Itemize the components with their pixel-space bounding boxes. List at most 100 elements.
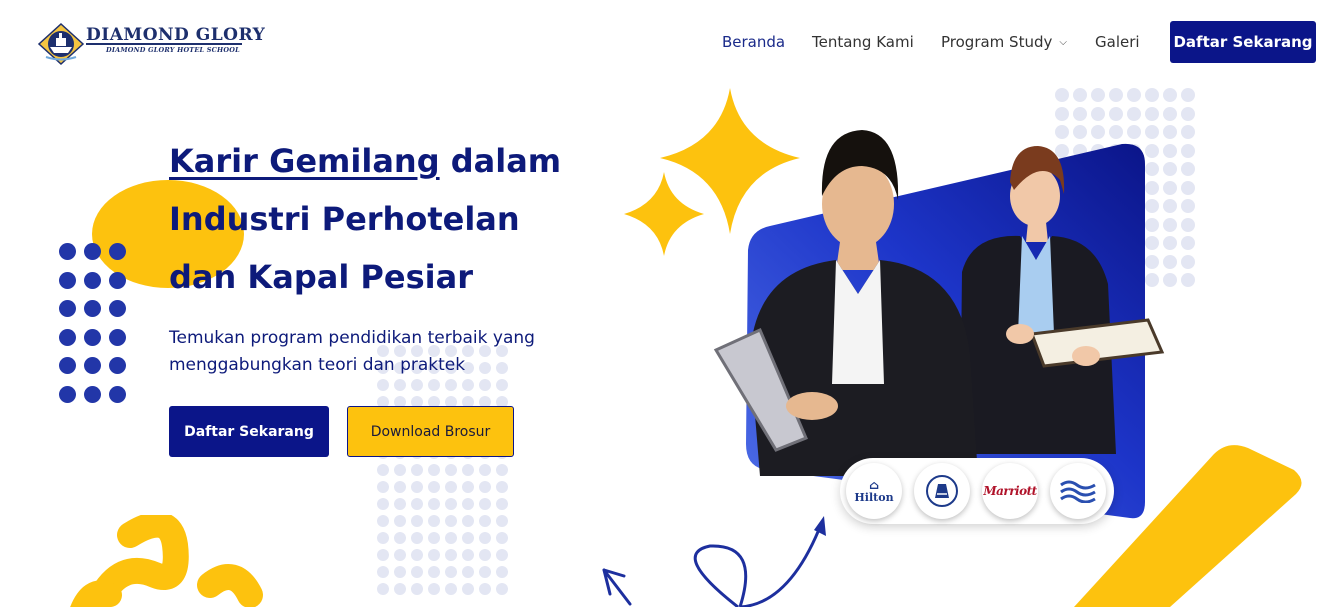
dot-shape	[428, 515, 440, 527]
landing-page: DIAMOND GLORY DIAMOND GLORY HOTEL SCHOOL…	[0, 0, 1344, 607]
dot-shape	[377, 549, 389, 561]
partner-hilton[interactable]: ⌂ Hilton	[846, 463, 902, 519]
dot-shape	[496, 515, 508, 527]
dot-shape	[496, 532, 508, 544]
arrow-left-shape	[602, 568, 632, 606]
dot-shape	[428, 464, 440, 476]
nav-item-program-study[interactable]: Program Study ⌵	[941, 30, 1067, 54]
dot-shape	[462, 498, 474, 510]
nav-item-tentang-kami[interactable]: Tentang Kami	[812, 30, 914, 54]
dot-shape	[445, 583, 457, 595]
dot-shape	[59, 300, 76, 317]
partner-marriott[interactable]: Marriott	[982, 463, 1038, 519]
dot-shape	[428, 549, 440, 561]
dot-shape	[84, 357, 101, 374]
brand-logo[interactable]: DIAMOND GLORY DIAMOND GLORY HOTEL SCHOOL	[36, 22, 265, 66]
dot-shape	[428, 566, 440, 578]
dot-shape	[394, 481, 406, 493]
dot-shape	[84, 243, 101, 260]
marriott-logo-icon: Marriott	[983, 484, 1037, 498]
dot-shape	[462, 566, 474, 578]
partner-cruise-crest[interactable]	[914, 463, 970, 519]
dot-shape	[411, 549, 423, 561]
dot-shape	[462, 379, 474, 391]
dot-shape	[394, 498, 406, 510]
dot-shape	[411, 464, 423, 476]
dot-shape	[445, 566, 457, 578]
dot-shape	[428, 379, 440, 391]
partner-wave[interactable]	[1050, 463, 1106, 519]
dot-shape	[394, 464, 406, 476]
nav-item-program-study-label: Program Study	[941, 33, 1053, 51]
dot-shape	[462, 549, 474, 561]
dot-shape	[445, 464, 457, 476]
dot-shape	[109, 328, 126, 346]
header-register-button[interactable]: Daftar Sekarang	[1170, 21, 1316, 63]
dot-shape	[59, 357, 76, 374]
dot-shape	[479, 583, 491, 595]
dot-shape	[411, 532, 423, 544]
dot-shape	[496, 464, 508, 476]
dot-shape	[377, 498, 389, 510]
dot-shape	[109, 357, 126, 374]
dot-shape	[479, 498, 491, 510]
dot-shape	[377, 464, 389, 476]
dot-shape	[462, 515, 474, 527]
light-dot-pattern	[377, 345, 508, 595]
dot-shape	[394, 532, 406, 544]
dot-shape	[428, 583, 440, 595]
brand-name: DIAMOND GLORY	[86, 25, 266, 45]
dot-shape	[394, 583, 406, 595]
dot-shape	[394, 515, 406, 527]
blue-dot-pattern	[59, 243, 126, 403]
dot-shape	[428, 532, 440, 544]
dot-shape	[109, 385, 126, 403]
dot-shape	[411, 498, 423, 510]
site-header: DIAMOND GLORY DIAMOND GLORY HOTEL SCHOOL…	[0, 0, 1344, 84]
cruise-crest-icon	[926, 475, 958, 507]
dot-shape	[377, 481, 389, 493]
download-brochure-button[interactable]: Download Brosur	[347, 406, 514, 457]
dot-shape	[428, 481, 440, 493]
dot-shape	[109, 300, 126, 317]
dot-shape	[479, 549, 491, 561]
dot-shape	[84, 271, 101, 289]
nav-item-beranda[interactable]: Beranda	[722, 30, 785, 54]
dot-shape	[411, 379, 423, 391]
dot-shape	[462, 464, 474, 476]
dot-shape	[496, 498, 508, 510]
register-button[interactable]: Daftar Sekarang	[169, 406, 329, 457]
dot-shape	[59, 328, 76, 346]
curved-arrow-shape	[693, 521, 824, 607]
dot-shape	[445, 549, 457, 561]
dot-shape	[84, 300, 101, 317]
dot-shape	[377, 532, 389, 544]
dot-shape	[59, 243, 76, 260]
dot-shape	[479, 464, 491, 476]
dot-shape	[479, 532, 491, 544]
hero-title-highlight[interactable]: Karir Gemilang	[169, 142, 440, 180]
dot-shape	[462, 532, 474, 544]
hero-subtitle: Temukan program pendidikan terbaik yang …	[169, 328, 535, 375]
dot-shape	[479, 515, 491, 527]
dot-shape	[84, 328, 101, 346]
nav-item-galeri[interactable]: Galeri	[1095, 30, 1140, 54]
dot-shape	[59, 385, 76, 403]
dot-shape	[445, 498, 457, 510]
dot-shape	[84, 385, 101, 403]
dot-shape	[394, 379, 406, 391]
partner-logos-bar: ⌂ Hilton Marriott	[840, 458, 1114, 524]
dot-shape	[109, 271, 126, 289]
small-star-shape	[624, 172, 704, 256]
dot-shape	[496, 379, 508, 391]
dot-shape	[377, 379, 389, 391]
dot-shape	[411, 481, 423, 493]
dot-shape	[496, 566, 508, 578]
dot-shape	[411, 583, 423, 595]
ship-emblem-icon	[37, 22, 85, 66]
hilton-logo-icon: ⌂	[868, 477, 879, 492]
dot-shape	[479, 379, 491, 391]
dot-shape	[479, 566, 491, 578]
dot-shape	[394, 549, 406, 561]
chevron-down-icon: ⌵	[1059, 37, 1067, 48]
